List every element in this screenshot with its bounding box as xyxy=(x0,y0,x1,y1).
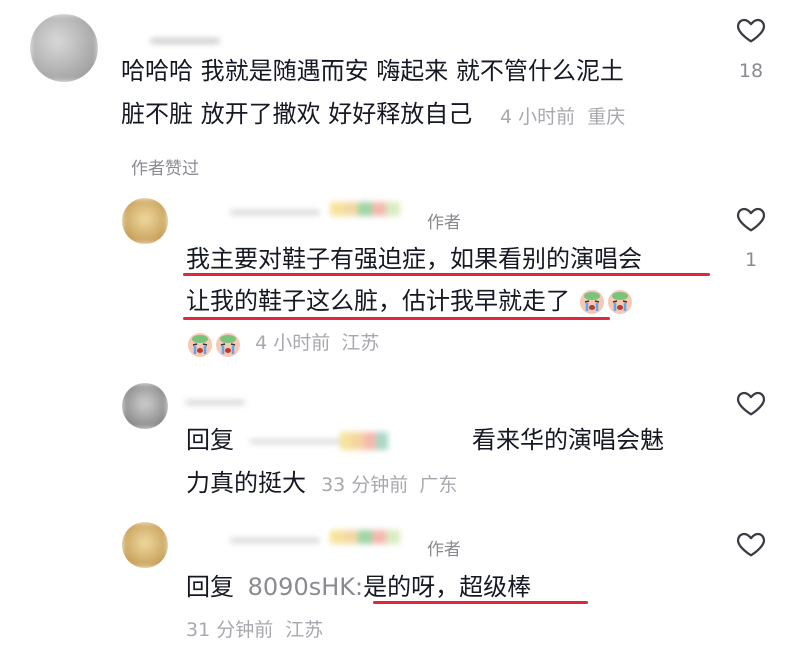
heart-outline-icon xyxy=(736,532,766,557)
author-badge: 作者 xyxy=(427,540,461,560)
crying-face-icon xyxy=(214,331,242,359)
comment-text-line: 脏不脏 放开了撒欢 好好释放自己 xyxy=(121,100,473,128)
like-button[interactable] xyxy=(734,528,768,564)
username-redacted xyxy=(230,538,320,543)
comment-text-line: 哈哈哈 我就是随遇而安 嗨起来 就不管什么泥土 xyxy=(121,57,624,85)
comment-text-line: 我主要对鞋子有强迫症，如果看别的演唱会 xyxy=(186,245,642,273)
comment-location: 广东 xyxy=(419,474,458,496)
comment-meta: 4 小时前 江苏 xyxy=(186,328,379,359)
comment-location: 江苏 xyxy=(341,332,380,354)
like-button[interactable] xyxy=(734,14,768,50)
comment-text-line: 回复 8090sHK:是的呀，超级棒 xyxy=(186,570,531,604)
liked-by-author: 作者赞过 xyxy=(131,159,199,179)
username-mosaic xyxy=(330,530,400,544)
crying-face-icon xyxy=(578,288,606,316)
heart-outline-icon xyxy=(736,391,766,416)
username-redacted xyxy=(230,210,320,215)
comment-time: 31 分钟前 xyxy=(186,619,274,641)
username-redacted xyxy=(185,400,245,405)
reply-to-username[interactable]: 8090sHK: xyxy=(248,573,363,601)
avatar[interactable] xyxy=(122,383,168,429)
comment-location: 江苏 xyxy=(285,619,324,641)
username-mosaic xyxy=(330,202,400,216)
like-button[interactable] xyxy=(734,387,768,423)
comment-meta: 31 分钟前 江苏 xyxy=(186,615,323,642)
username-redacted xyxy=(150,38,220,44)
reply-text: 看来华的演唱会魅 xyxy=(472,426,664,454)
avatar[interactable] xyxy=(122,198,168,244)
comment-time: 4 小时前 xyxy=(255,332,331,354)
crying-face-icon xyxy=(606,288,634,316)
comment-meta: 4 小时前 重庆 xyxy=(500,102,625,129)
avatar[interactable] xyxy=(122,522,168,568)
comment-time: 33 分钟前 xyxy=(321,474,409,496)
heart-outline-icon xyxy=(736,18,766,43)
heart-outline-icon xyxy=(736,207,766,232)
comment-text-line: 力真的挺大 33 分钟前 广东 xyxy=(186,469,458,497)
comment-text-line: 回复 看来华的演唱会魅 xyxy=(186,423,726,457)
like-button[interactable] xyxy=(734,203,768,239)
reply-text: 是的呀，超级棒 xyxy=(363,573,532,601)
reply-prefix: 回复 xyxy=(186,426,234,454)
comment-location: 重庆 xyxy=(587,106,626,128)
crying-face-icon xyxy=(186,331,214,359)
highlight-underline xyxy=(373,601,588,604)
like-count: 1 xyxy=(744,249,758,271)
avatar[interactable] xyxy=(30,14,98,82)
reply-prefix: 回复 xyxy=(186,573,234,601)
comment-text-line: 让我的鞋子这么脏，估计我早就走了 xyxy=(186,284,634,318)
reply-to-username-redacted xyxy=(249,432,400,450)
comment-time: 4 小时前 xyxy=(500,106,576,128)
author-badge: 作者 xyxy=(427,213,461,233)
highlight-underline xyxy=(183,317,610,320)
like-count: 18 xyxy=(738,60,764,82)
highlight-underline xyxy=(183,273,710,276)
